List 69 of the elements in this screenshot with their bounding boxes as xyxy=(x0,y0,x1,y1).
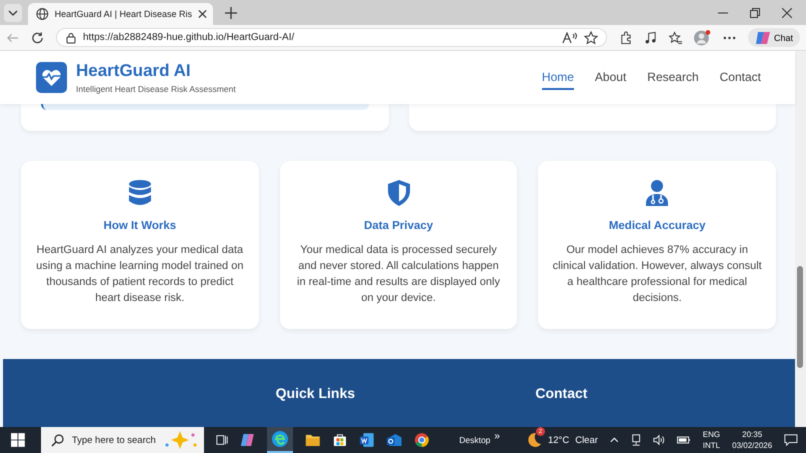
feature-title: Data Privacy xyxy=(364,220,434,232)
lock-icon xyxy=(65,32,77,44)
url-text: https://ab2882489-hue.github.io/HeartGuard-AI/ xyxy=(83,32,294,43)
close-icon[interactable] xyxy=(782,8,792,18)
network-icon[interactable] xyxy=(630,433,641,447)
notifications-icon[interactable] xyxy=(784,432,798,448)
address-field[interactable]: https://ab2882489-hue.github.io/HeartGuard-AI/ xyxy=(56,28,608,47)
clock-time[interactable]: 20:35 xyxy=(742,429,762,440)
shield-icon xyxy=(386,180,410,206)
brand-name: HeartGuard AI xyxy=(76,61,192,81)
nav-link[interactable]: Research xyxy=(647,66,699,90)
more-icon[interactable] xyxy=(722,36,736,40)
close-icon[interactable] xyxy=(198,9,207,19)
chrome-icon[interactable] xyxy=(414,431,430,449)
feature-description: Your medical data is processed securely and never stored. All calculations happen in real-time and results are displayed only on your device. xyxy=(296,243,501,306)
feature-title: Medical Accuracy xyxy=(608,220,706,232)
read-aloud-icon[interactable] xyxy=(562,32,578,44)
search-placeholder: Type here to search xyxy=(72,434,156,446)
favorites-icon[interactable] xyxy=(669,30,682,44)
doctor-icon xyxy=(645,180,670,206)
footer-heading: Contact xyxy=(535,385,588,403)
nav-link[interactable]: Contact xyxy=(720,66,761,90)
task-view-icon[interactable] xyxy=(216,433,228,447)
windows-logo-icon[interactable] xyxy=(11,432,25,448)
globe-icon xyxy=(36,7,49,21)
taskbar-app[interactable] xyxy=(267,427,294,453)
brand-tagline: Intelligent Heart Disease Risk Assessment xyxy=(76,84,236,94)
weather-condition: Clear xyxy=(575,434,598,446)
database-icon xyxy=(128,180,152,206)
heart-pulse-logo-icon xyxy=(36,62,67,93)
taskbar-search-field[interactable]: Type here to search xyxy=(40,427,204,453)
store-icon[interactable] xyxy=(332,432,347,448)
chevron-down-icon xyxy=(8,8,18,18)
document-app-icon[interactable] xyxy=(358,431,374,449)
scrollbar-thumb[interactable] xyxy=(797,266,803,368)
volume-icon[interactable] xyxy=(652,434,665,446)
language-indicator[interactable]: INTL xyxy=(702,440,720,451)
feature-description: HeartGuard AI analyzes your medical data using a machine learning model trained on thousands of patient records to predict heart disease risk. xyxy=(35,243,244,306)
new-tab-icon[interactable] xyxy=(225,6,237,18)
folder-icon[interactable] xyxy=(305,432,321,448)
clock-date[interactable]: 03/02/2026 xyxy=(732,440,772,451)
restore-icon[interactable] xyxy=(750,8,760,18)
language-indicator[interactable]: ENG xyxy=(702,429,720,440)
nav-link[interactable]: About xyxy=(594,66,626,90)
tab-title: HeartGuard AI | Heart Disease Ris xyxy=(54,9,192,19)
desktop-toolbar-label[interactable]: Desktop xyxy=(459,435,490,445)
footer-heading: Quick Links xyxy=(276,385,356,403)
search-icon xyxy=(50,434,64,446)
temperature: 12°C xyxy=(548,434,570,446)
feature-title: How It Works xyxy=(104,220,176,232)
toolbar-overflow[interactable]: » xyxy=(494,430,500,442)
chevron-up-icon[interactable] xyxy=(610,436,619,444)
browser-tab[interactable]: HeartGuard AI | Heart Disease Ris xyxy=(28,3,213,25)
copilot-icon xyxy=(754,30,771,46)
browser-icon xyxy=(271,430,290,448)
chat-button[interactable]: Chat xyxy=(748,28,800,47)
refresh-icon[interactable] xyxy=(31,30,44,44)
star-icon[interactable] xyxy=(584,30,598,44)
tab-list-button[interactable] xyxy=(4,4,22,22)
profile-avatar-icon[interactable] xyxy=(694,28,711,46)
extensions-icon[interactable] xyxy=(619,30,632,44)
scrollbar[interactable] xyxy=(795,51,806,427)
copilot-icon[interactable] xyxy=(240,431,256,449)
sparkle-icon xyxy=(164,430,198,450)
feature-description: Our model achieves 87% accuracy in clinical validation. However, always consult a healthcare professional for medical decisions. xyxy=(552,243,762,306)
music-icon[interactable] xyxy=(644,30,658,44)
mail-app-icon[interactable] xyxy=(386,431,402,449)
battery-icon[interactable] xyxy=(676,435,691,445)
nav-link[interactable]: Home xyxy=(542,66,574,90)
